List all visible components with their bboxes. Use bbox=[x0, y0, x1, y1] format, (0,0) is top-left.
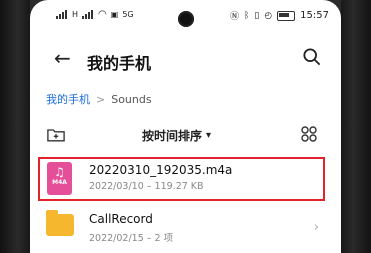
app-bar: ← 我的手机 bbox=[30, 40, 341, 80]
sort-label: 按时间排序 bbox=[142, 129, 203, 143]
new-folder-icon[interactable] bbox=[47, 127, 65, 142]
caret-down-icon: ▾ bbox=[206, 130, 212, 141]
grid-view-icon[interactable] bbox=[301, 126, 317, 142]
file-name: 20220310_192035.m4a bbox=[89, 163, 233, 177]
notification-icon: ▣ bbox=[110, 10, 119, 19]
phone-bezel-right bbox=[341, 0, 371, 253]
breadcrumb-root[interactable]: 我的手机 bbox=[46, 91, 90, 107]
file-meta: 2022/03/10 – 119.27 KB bbox=[89, 181, 204, 192]
network-5g-label: 5G bbox=[122, 10, 134, 19]
m4a-file-icon: ♫ M4A bbox=[47, 162, 72, 195]
search-icon[interactable] bbox=[303, 48, 321, 66]
nfc-icon: Ⓝ bbox=[229, 12, 239, 22]
breadcrumb: 我的手机 > Sounds bbox=[46, 91, 152, 107]
signal-icon bbox=[56, 10, 68, 19]
file-type-label: M4A bbox=[52, 179, 67, 186]
folder-icon bbox=[46, 210, 74, 236]
status-right: Ⓝ ᛒ ▯ ◴ 15:57 bbox=[230, 9, 329, 22]
back-arrow-icon[interactable]: ← bbox=[54, 46, 71, 70]
folder-meta: 2022/02/15 – 2 项 bbox=[89, 233, 174, 244]
file-row-audio[interactable]: ♫ M4A 20220310_192035.m4a 2022/03/10 – 1… bbox=[30, 157, 341, 201]
breadcrumb-current: Sounds bbox=[111, 92, 152, 106]
alarm-icon: ◴ bbox=[264, 10, 273, 21]
vibrate-icon: ▯ bbox=[254, 10, 260, 21]
clock: 15:57 bbox=[300, 10, 329, 21]
sort-dropdown[interactable]: 按时间排序 ▾ bbox=[142, 127, 211, 144]
status-left: H ◠ ▣ 5G bbox=[56, 9, 134, 20]
status-bar: H ◠ ▣ 5G Ⓝ ᛒ ▯ ◴ 15:57 bbox=[30, 0, 341, 30]
signal-icon-2 bbox=[82, 10, 94, 19]
page-title: 我的手机 bbox=[87, 54, 152, 73]
front-camera bbox=[178, 11, 194, 27]
phone-screen: H ◠ ▣ 5G Ⓝ ᛒ ▯ ◴ 15:57 ← 我的手机 我的手机 > Sou… bbox=[30, 0, 341, 253]
chevron-right-icon: › bbox=[313, 220, 319, 235]
bluetooth-icon: ᛒ bbox=[243, 10, 250, 21]
toolbar: 按时间排序 ▾ bbox=[30, 121, 341, 151]
phone-bezel-left bbox=[0, 0, 30, 253]
file-row-folder[interactable]: CallRecord 2022/02/15 – 2 项 › bbox=[30, 206, 341, 250]
music-note-icon: ♫ bbox=[54, 165, 65, 179]
network-type-label: H bbox=[72, 10, 79, 19]
wifi-icon: ◠ bbox=[98, 9, 107, 20]
folder-name: CallRecord bbox=[89, 212, 153, 226]
battery-icon bbox=[277, 10, 296, 21]
breadcrumb-separator: > bbox=[96, 92, 106, 106]
